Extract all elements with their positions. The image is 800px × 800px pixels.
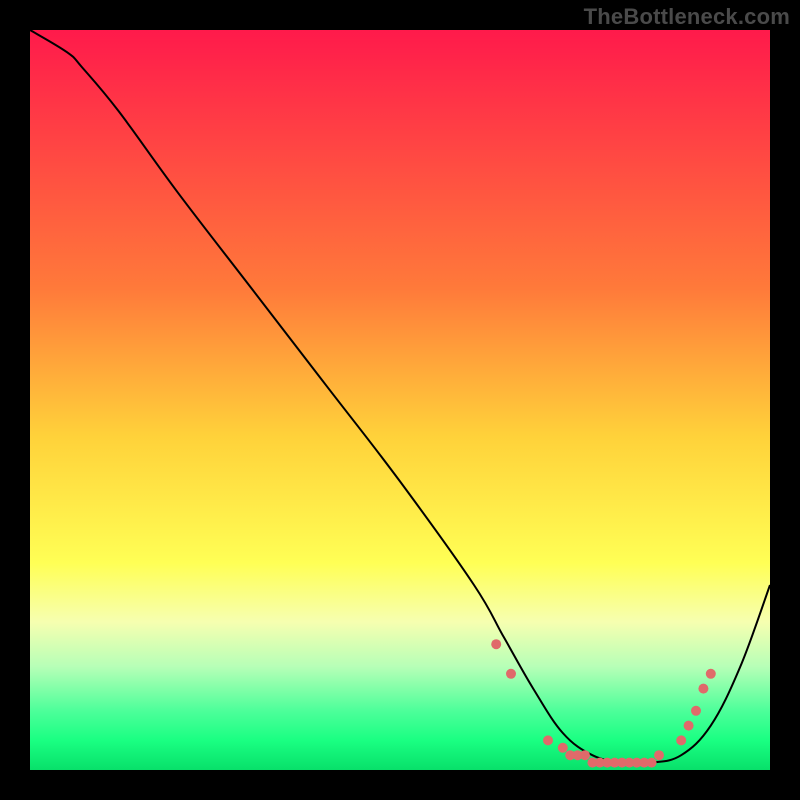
marker-dot bbox=[698, 684, 708, 694]
marker-dot bbox=[543, 735, 553, 745]
marker-dot bbox=[706, 669, 716, 679]
marker-dot bbox=[676, 735, 686, 745]
marker-dot bbox=[647, 758, 657, 768]
chart-frame: TheBottleneck.com bbox=[0, 0, 800, 800]
plot-svg bbox=[30, 30, 770, 770]
marker-dot bbox=[691, 706, 701, 716]
marker-dot bbox=[654, 750, 664, 760]
marker-dot bbox=[684, 721, 694, 731]
marker-dot bbox=[580, 750, 590, 760]
marker-dot bbox=[506, 669, 516, 679]
marker-dot bbox=[491, 639, 501, 649]
plot-area bbox=[30, 30, 770, 770]
marker-dot bbox=[558, 743, 568, 753]
watermark-label: TheBottleneck.com bbox=[584, 4, 790, 30]
